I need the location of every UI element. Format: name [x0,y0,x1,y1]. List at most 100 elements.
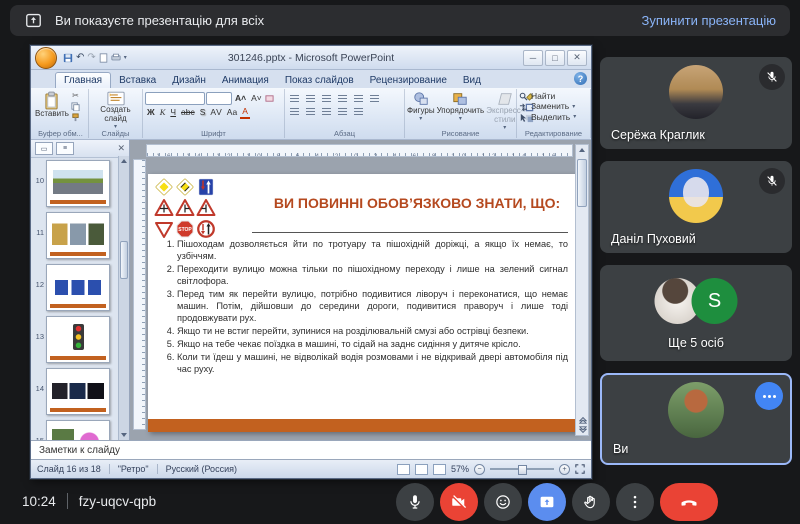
stop-presenting-button[interactable] [528,483,566,521]
slide-canvas[interactable]: STOP ВИ ПОВИННІ ОБОВ’ЯЗКОВО ЗНАТИ, ЩО: П… [148,174,578,432]
participant-tile[interactable]: Даніл Пуховий [600,161,792,253]
new-slide-button[interactable]: Создать слайд ▾ [91,91,140,130]
font-size-combo[interactable] [206,92,232,105]
shapes-button[interactable]: Фигуры▾ [407,91,435,122]
increase-indent-button[interactable] [335,92,350,104]
close-button[interactable]: ✕ [567,50,587,66]
save-icon[interactable] [63,53,73,63]
tab-design[interactable]: Дизайн [164,73,214,88]
print-icon[interactable] [111,53,121,62]
tab-view[interactable]: Вид [455,73,489,88]
tab-review[interactable]: Рецензирование [362,73,455,88]
qat-more-icon[interactable]: ▾ [124,55,127,61]
decrease-indent-button[interactable] [319,92,334,104]
justify-button[interactable] [335,105,350,117]
reactions-button[interactable] [484,483,522,521]
replace-button[interactable]: Заменить▾ [519,102,588,111]
redo-icon[interactable]: ↷ [87,53,95,63]
help-icon[interactable]: ? [574,72,587,85]
avatar [669,65,723,119]
previous-slide-icon[interactable] [579,416,587,424]
text-direction-button[interactable] [367,92,382,104]
scroll-down-icon[interactable] [121,433,127,437]
tab-animation[interactable]: Анимация [214,73,277,88]
zoom-slider[interactable] [490,468,554,470]
font-name-combo[interactable] [145,92,205,105]
scroll-up-icon[interactable] [579,148,585,152]
slide-thumbnail-11[interactable] [46,212,110,259]
zoom-slider-thumb[interactable] [518,465,527,475]
text-shadow-button[interactable]: S [198,107,208,118]
line-spacing-button[interactable] [351,92,366,104]
close-pane-icon[interactable]: ✕ [117,144,125,153]
slide-scrollbar[interactable] [575,144,589,436]
scroll-up-icon[interactable] [121,159,127,163]
overflow-participants-tile[interactable]: S Ще 5 осіб [600,265,792,361]
normal-view-icon[interactable] [397,464,410,475]
align-left-button[interactable] [287,105,302,117]
notes-pane[interactable]: Заметки к слайду [31,440,591,459]
find-button[interactable]: Найти [519,92,588,101]
slide-thumbnail-13[interactable] [46,316,110,363]
bold-button[interactable]: Ж [145,107,157,118]
select-button[interactable]: Выделить▾ [519,113,588,122]
change-case-button[interactable]: Аа [225,107,240,118]
grow-font-button[interactable]: А˄ [233,93,248,104]
tile-more-options-button[interactable] [755,382,783,410]
character-spacing-button[interactable]: АV [208,107,223,118]
cut-icon[interactable]: ✂ [72,92,79,100]
maximize-button[interactable]: □ [545,50,565,66]
copy-icon[interactable] [71,102,80,111]
align-right-button[interactable] [319,105,334,117]
tab-insert[interactable]: Вставка [111,73,164,88]
ribbon-tabs: Главная Вставка Дизайн Анимация Показ сл… [31,70,591,88]
participant-tile[interactable]: Серёжа Краглик [600,57,792,149]
paste-button[interactable]: Вставить [35,91,69,119]
undo-icon[interactable]: ↶ [76,53,84,63]
fit-to-window-icon[interactable] [575,464,585,474]
columns-button[interactable] [351,105,366,117]
shrink-font-button[interactable]: А˅ [249,93,264,104]
more-options-button[interactable] [616,483,654,521]
title-underline [252,232,568,233]
minimize-button[interactable]: ─ [523,50,543,66]
zoom-in-button[interactable]: + [559,464,570,475]
tab-slideshow[interactable]: Показ слайдов [277,73,362,88]
tab-home[interactable]: Главная [55,72,111,88]
zoom-out-button[interactable]: − [474,464,485,475]
camera-off-button[interactable] [440,483,478,521]
slide-thumbnail-14[interactable] [46,368,110,415]
self-tile[interactable]: Ви [600,373,792,465]
next-slide-icon[interactable] [579,426,587,434]
raise-hand-button[interactable] [572,483,610,521]
underline-button[interactable]: Ч [168,107,178,118]
slide-thumbnail-10[interactable] [46,160,110,207]
new-slide-icon[interactable] [99,53,108,63]
align-center-button[interactable] [303,105,318,117]
italic-button[interactable]: К [158,107,168,118]
office-button[interactable] [35,47,57,69]
outline-tab-icon[interactable]: ≡ [56,142,74,155]
slide-thumbnail-12[interactable] [46,264,110,311]
thumbnail-scrollbar[interactable] [118,156,129,440]
clear-formatting-icon[interactable] [265,94,274,103]
leave-call-button[interactable] [660,483,718,521]
slide-title: ВИ ПОВИННІ ОБОВ’ЯЗКОВО ЗНАТИ, ЩО: [260,195,574,211]
bullets-button[interactable] [287,92,302,104]
slides-tab-icon[interactable]: ▭ [35,142,53,155]
format-painter-icon[interactable] [71,113,80,122]
font-color-button[interactable]: А [240,106,250,119]
slide-sorter-view-icon[interactable] [415,464,428,475]
shapes-icon [412,91,430,107]
language-indicator[interactable]: Русский (Россия) [166,464,237,474]
drawing-group: Фигуры▾ Упорядочить▾ Экспресс-стили▾ [405,89,517,138]
numbering-button[interactable] [303,92,318,104]
arrange-button[interactable]: Упорядочить▾ [437,91,485,122]
slide-thumbnail-15[interactable] [46,420,110,440]
microphone-button[interactable] [396,483,434,521]
stop-presentation-button[interactable]: Зупинити презентацію [642,13,776,28]
slideshow-view-icon[interactable] [433,464,446,475]
list-item: Перед тим як перейти вулицю, потрібно по… [177,288,568,324]
strikethrough-button[interactable]: abc [179,107,197,118]
mic-muted-badge [759,64,785,90]
